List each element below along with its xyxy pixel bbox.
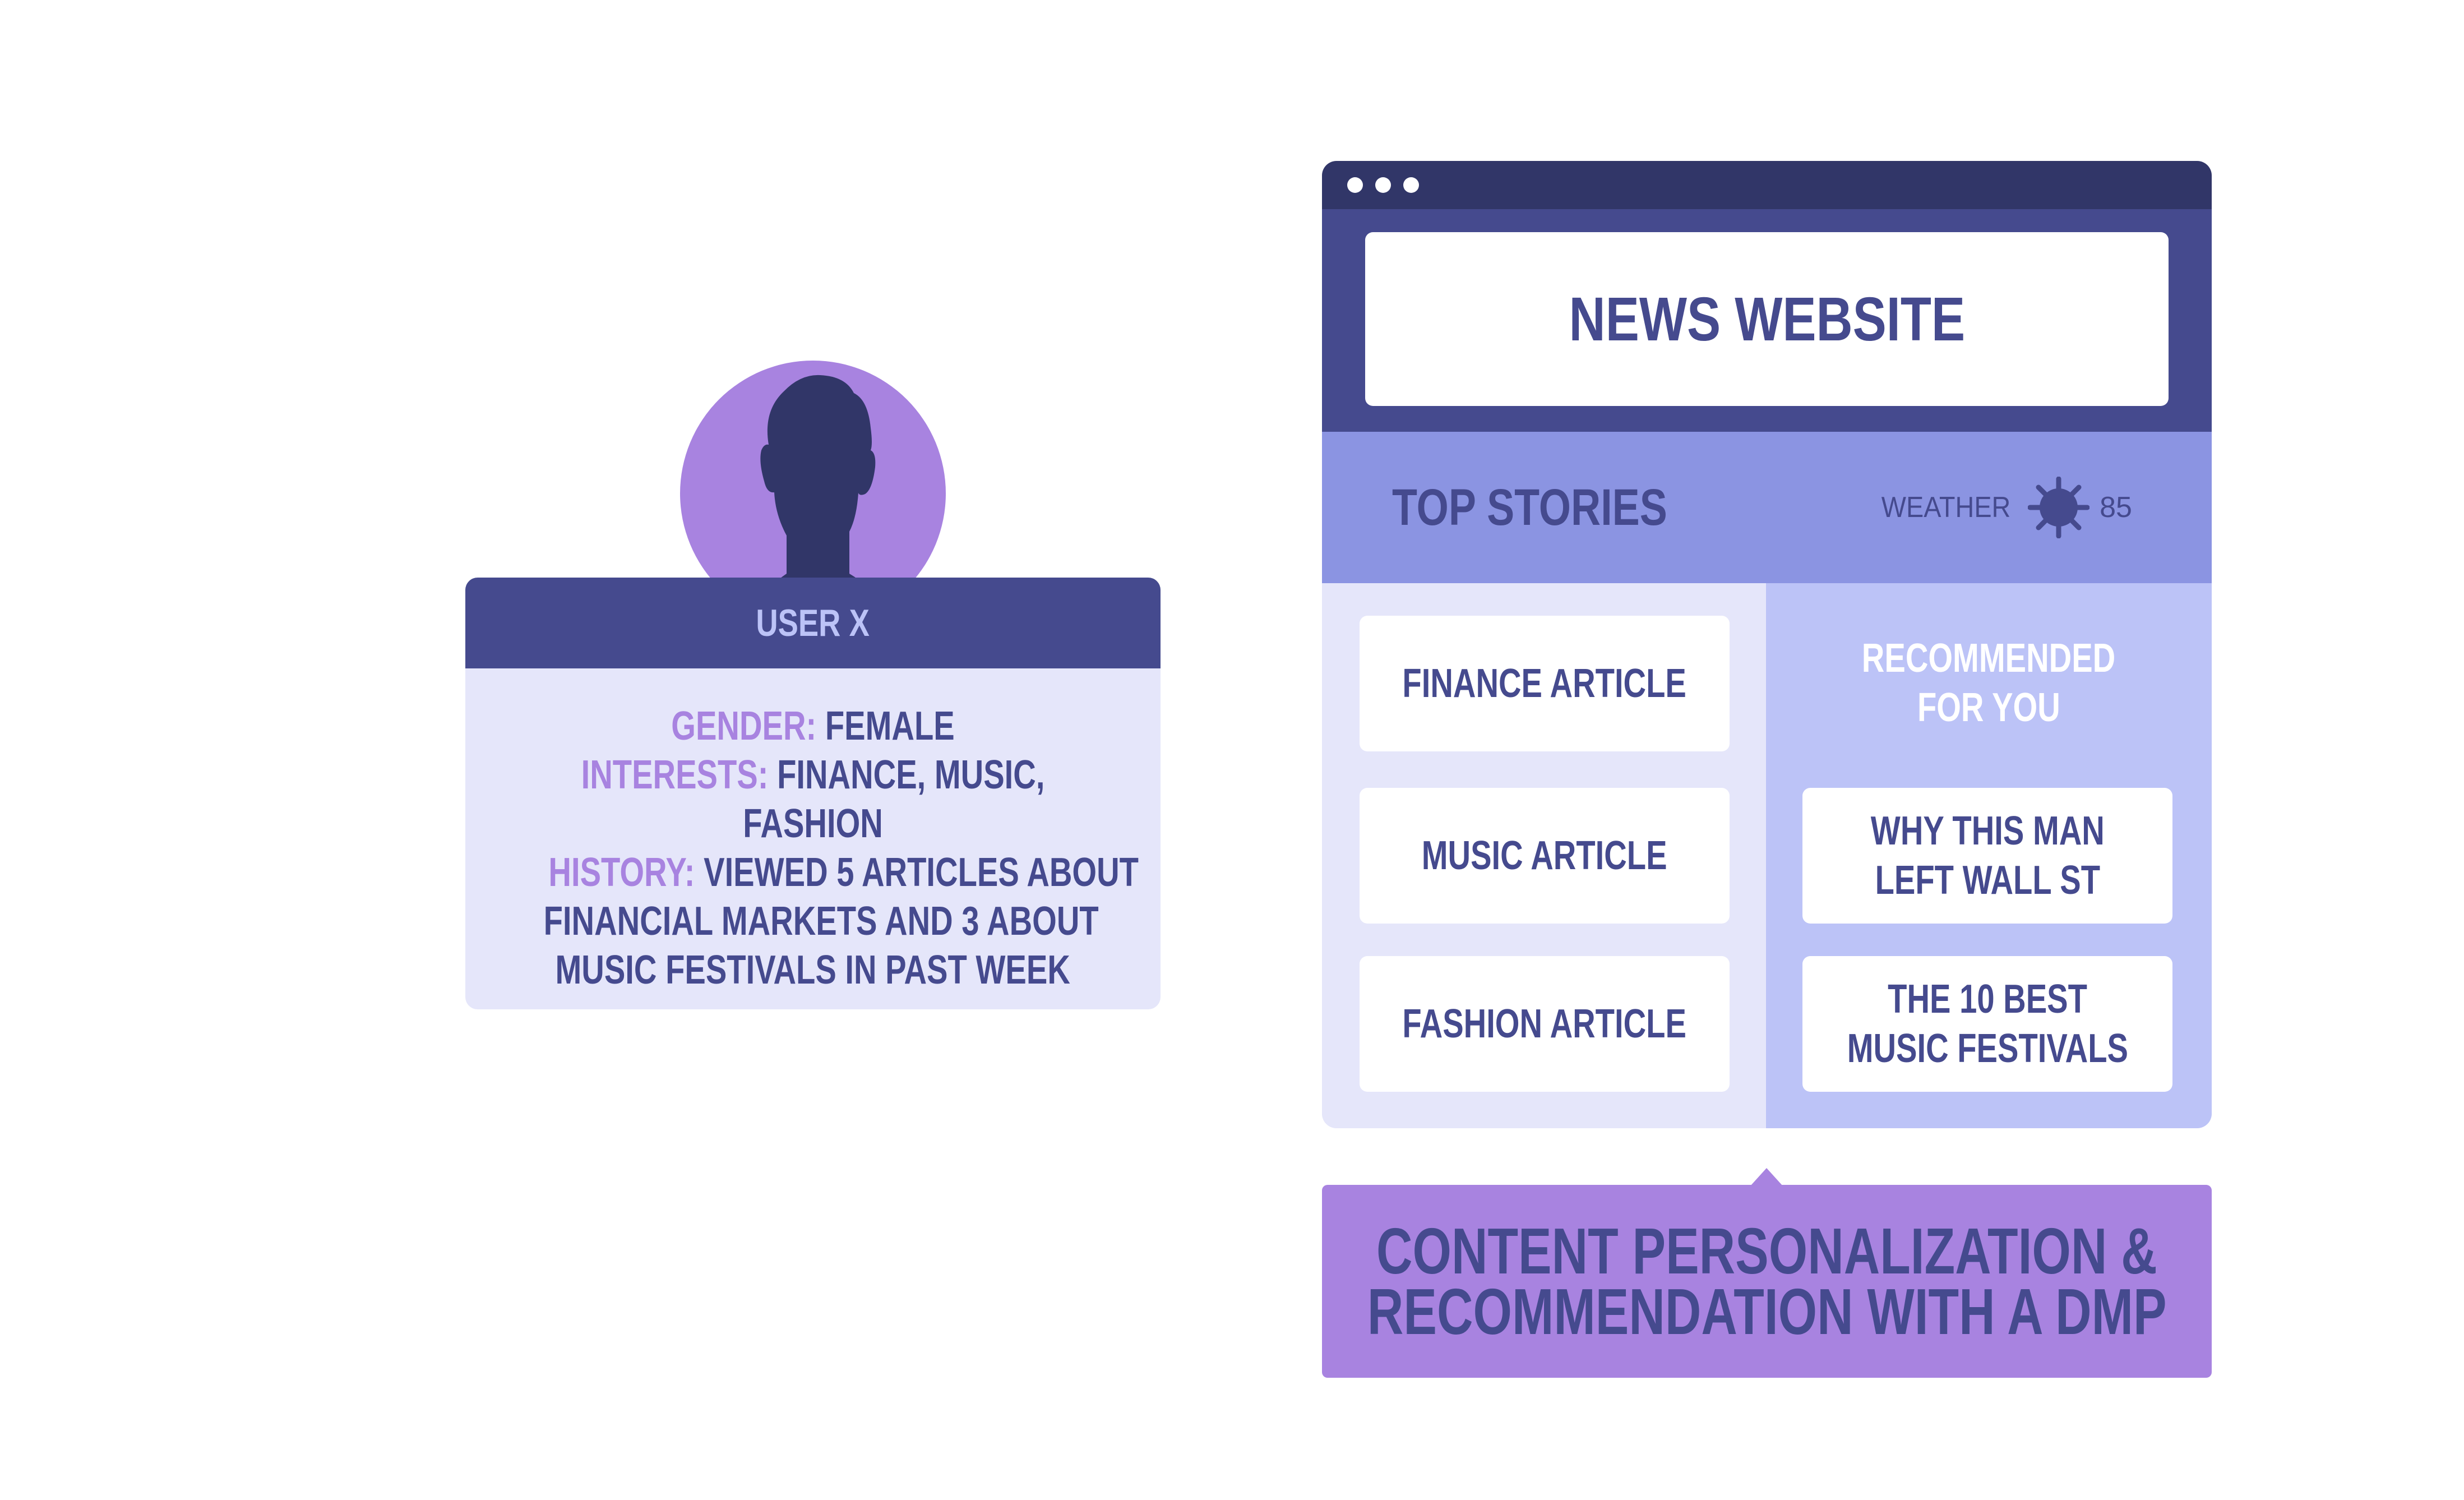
section-title-text: TOP STORIES bbox=[1392, 478, 1667, 536]
article-title: MUSIC ARTICLE bbox=[1422, 833, 1667, 878]
article-title-line: WHY THIS MAN bbox=[1870, 809, 2105, 853]
article-title-line: MUSIC FESTIVALS bbox=[1847, 1026, 2128, 1071]
article-title: FINANCE ARTICLE bbox=[1402, 661, 1687, 706]
user-name: USER X bbox=[756, 602, 870, 644]
site-title: NEWS WEBSITE bbox=[1569, 284, 1965, 354]
recommended-card-wall-st[interactable]: WHY THIS MAN LEFT WALL ST bbox=[1802, 788, 2172, 924]
browser-window: NEWS WEBSITE TOP STORIES WEATHER 85 FINA… bbox=[1322, 161, 2212, 1128]
weather-widget: WEATHER 85 bbox=[1874, 432, 2132, 583]
user-card-header: USER X bbox=[465, 578, 1161, 668]
user-attributes: GENDER: FEMALE INTERESTS: FINANCE, MUSIC… bbox=[465, 702, 1161, 995]
site-header: NEWS WEBSITE bbox=[1322, 209, 2212, 432]
attribute-gender: GENDER: FEMALE bbox=[465, 702, 1161, 751]
attribute-history: HISTORY: VIEWED 5 ARTICLES ABOUT bbox=[465, 848, 1161, 897]
top-stories-column: FINANCE ARTICLE MUSIC ARTICLE FASHION AR… bbox=[1322, 583, 1766, 1128]
article-title-line: LEFT WALL ST bbox=[1875, 858, 2100, 903]
recommended-card-music-festivals[interactable]: THE 10 BEST MUSIC FESTIVALS bbox=[1802, 956, 2172, 1092]
caption-line: RECOMMENDATION WITH A DMP bbox=[1367, 1275, 2167, 1348]
article-title: FASHION ARTICLE bbox=[1402, 1001, 1687, 1046]
attribute-value: MUSIC FESTIVALS IN PAST WEEK bbox=[555, 948, 1071, 993]
attribute-history-cont: FINANCIAL MARKETS AND 3 ABOUT bbox=[465, 897, 1161, 946]
recommended-title: RECOMMENDED FOR YOU bbox=[1766, 634, 2212, 732]
window-dot-icon[interactable] bbox=[1403, 177, 1419, 193]
attribute-label: HISTORY: bbox=[548, 850, 695, 895]
browser-title-bar bbox=[1322, 161, 2212, 209]
callout-caption: CONTENT PERSONALIZATION & RECOMMENDATION… bbox=[1322, 1185, 2212, 1378]
attribute-history-cont: MUSIC FESTIVALS IN PAST WEEK bbox=[465, 946, 1161, 995]
article-card-music[interactable]: MUSIC ARTICLE bbox=[1360, 788, 1730, 924]
recommended-column: RECOMMENDED FOR YOU WHY THIS MAN LEFT WA… bbox=[1766, 583, 2212, 1128]
window-dot-icon[interactable] bbox=[1347, 177, 1363, 193]
weather-label: WEATHER bbox=[1881, 491, 2011, 524]
recommended-title-line: FOR YOU bbox=[1917, 685, 2060, 730]
attribute-value: FASHION bbox=[743, 801, 883, 846]
article-card-finance[interactable]: FINANCE ARTICLE bbox=[1360, 616, 1730, 751]
top-stories-bar: TOP STORIES WEATHER 85 bbox=[1322, 432, 2212, 583]
section-title: TOP STORIES bbox=[1392, 432, 1736, 583]
attribute-label: INTERESTS: bbox=[581, 753, 769, 797]
recommended-title-line: RECOMMENDED bbox=[1862, 636, 2116, 681]
user-card-body: GENDER: FEMALE INTERESTS: FINANCE, MUSIC… bbox=[465, 668, 1161, 1009]
article-title-line: THE 10 BEST bbox=[1888, 977, 2087, 1022]
weather-temperature: 85 bbox=[2100, 491, 2132, 524]
attribute-interests-cont: FASHION bbox=[465, 800, 1161, 848]
attribute-interests: INTERESTS: FINANCE, MUSIC, bbox=[465, 751, 1161, 800]
attribute-value: FEMALE bbox=[825, 704, 955, 749]
callout-pointer bbox=[1750, 1168, 1783, 1186]
caption-line: CONTENT PERSONALIZATION & bbox=[1376, 1215, 2157, 1287]
attribute-value: FINANCIAL MARKETS AND 3 ABOUT bbox=[543, 899, 1099, 944]
site-title-box: NEWS WEBSITE bbox=[1365, 232, 2169, 406]
attribute-value: FINANCE, MUSIC, bbox=[777, 753, 1045, 797]
attribute-label: GENDER: bbox=[671, 704, 817, 749]
attribute-value: VIEWED 5 ARTICLES ABOUT bbox=[704, 850, 1139, 895]
sun-icon bbox=[2028, 477, 2090, 538]
article-card-fashion[interactable]: FASHION ARTICLE bbox=[1360, 956, 1730, 1092]
window-dot-icon[interactable] bbox=[1375, 177, 1391, 193]
